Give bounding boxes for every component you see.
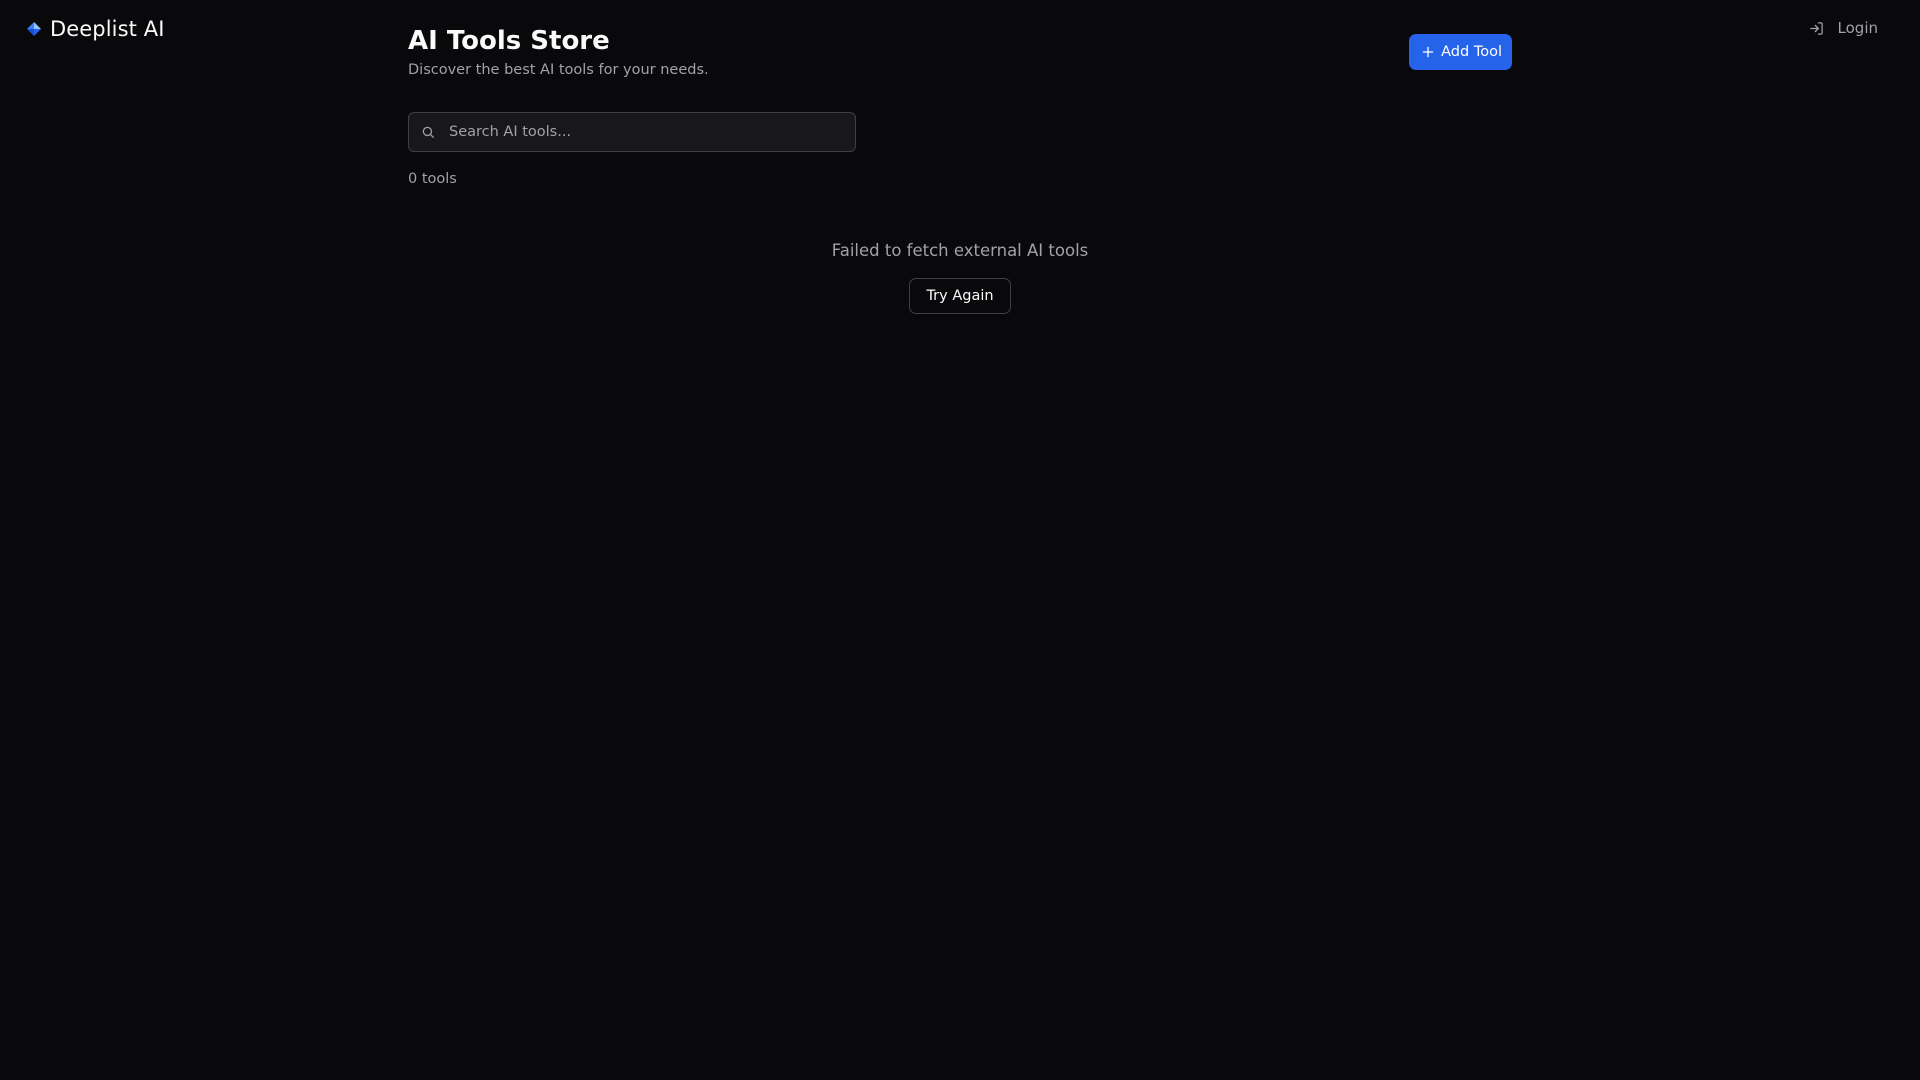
login-label: Login bbox=[1837, 19, 1878, 37]
page-title: AI Tools Store bbox=[408, 26, 610, 56]
error-message: Failed to fetch external AI tools bbox=[831, 241, 1089, 260]
add-tool-button[interactable]: Add Tool bbox=[1409, 34, 1512, 70]
try-again-button[interactable]: Try Again bbox=[909, 278, 1011, 314]
add-tool-label: Add Tool bbox=[1441, 44, 1502, 60]
main-content: AI Tools Store Discover the best AI tool… bbox=[408, 24, 1512, 314]
login-icon bbox=[1809, 21, 1823, 35]
page-subtitle: Discover the best AI tools for your need… bbox=[408, 62, 709, 78]
brand-name: Deeplist AI bbox=[50, 17, 165, 41]
error-state: Failed to fetch external AI tools Try Ag… bbox=[408, 239, 1512, 314]
brand[interactable]: Deeplist AI bbox=[26, 16, 165, 42]
plus-icon bbox=[1422, 46, 1434, 58]
search-box bbox=[408, 112, 856, 152]
diamond-logo-icon bbox=[27, 22, 41, 36]
login-link[interactable]: Login bbox=[1809, 16, 1878, 40]
tool-count: 0 tools bbox=[408, 171, 457, 187]
search-input[interactable] bbox=[409, 113, 855, 151]
page-header: AI Tools Store Discover the best AI tool… bbox=[408, 24, 1512, 84]
